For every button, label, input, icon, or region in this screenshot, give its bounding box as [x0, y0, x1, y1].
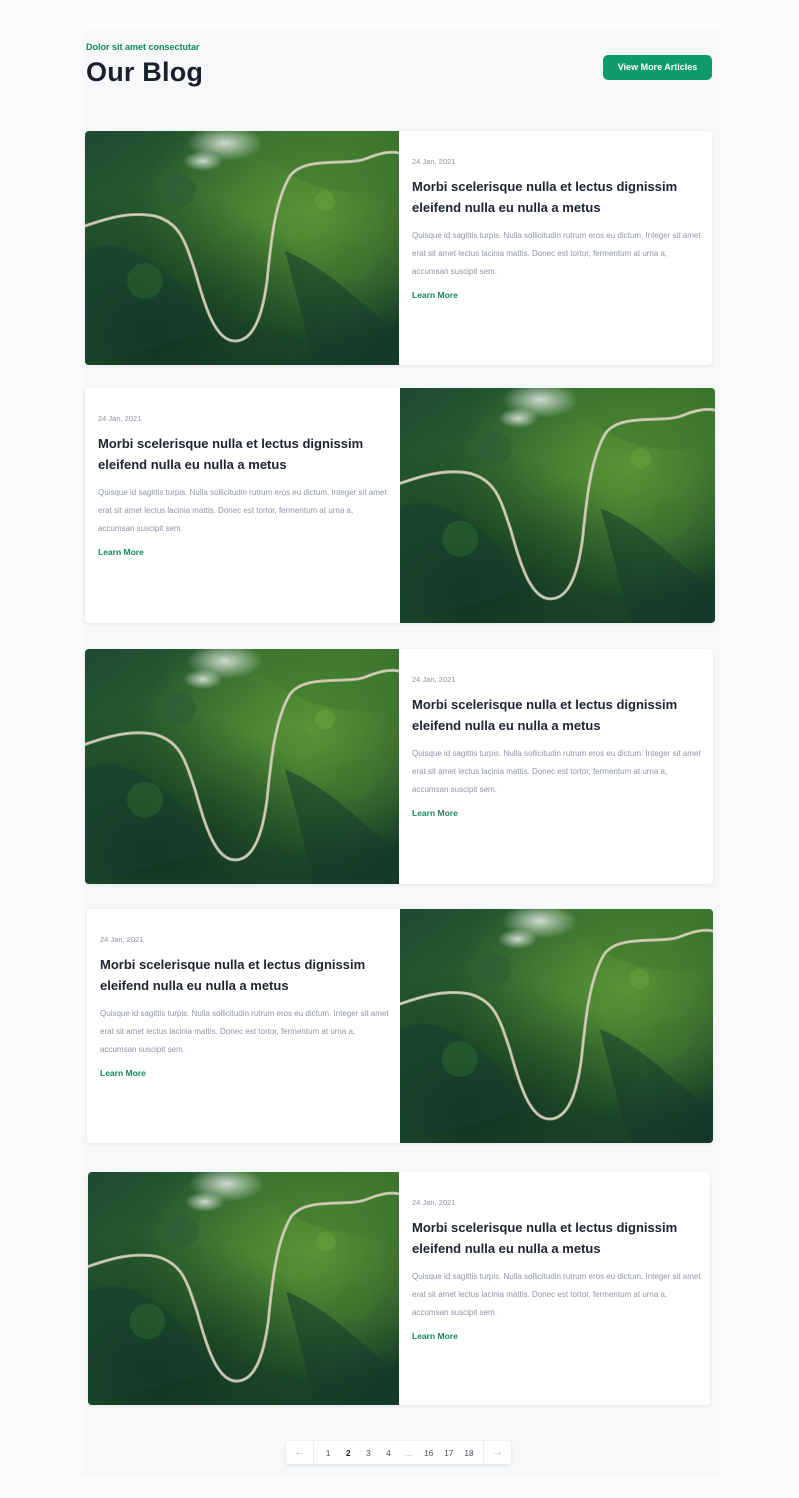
pagination-pages: 1 2 3 4 ... 16 17 18	[314, 1448, 483, 1458]
page-link-current[interactable]: 2	[343, 1448, 353, 1458]
post-body: 24 Jan, 2021 Morbi scelerisque nulla et …	[100, 909, 390, 1143]
post-image[interactable]	[88, 1172, 399, 1405]
page-link[interactable]: 18	[464, 1448, 474, 1458]
page-link[interactable]: 3	[363, 1448, 373, 1458]
post-title[interactable]: Morbi scelerisque nulla et lectus dignis…	[412, 694, 702, 736]
page-link[interactable]: 16	[424, 1448, 434, 1458]
post-image[interactable]	[85, 649, 399, 884]
blog-post-card: 24 Jan, 2021 Morbi scelerisque nulla et …	[85, 388, 715, 623]
post-excerpt: Quisque id sagittis turpis. Nulla sollic…	[412, 1272, 701, 1317]
page-link[interactable]: 17	[444, 1448, 454, 1458]
post-image[interactable]	[400, 909, 713, 1143]
post-body: 24 Jan, 2021 Morbi scelerisque nulla et …	[412, 131, 702, 365]
post-title[interactable]: Morbi scelerisque nulla et lectus dignis…	[98, 433, 388, 475]
post-date: 24 Jan, 2021	[98, 414, 142, 423]
blog-post-card: 24 Jan, 2021 Morbi scelerisque nulla et …	[85, 131, 712, 365]
post-excerpt: Quisque id sagittis turpis. Nulla sollic…	[412, 231, 701, 276]
pagination: ← 1 2 3 4 ... 16 17 18 →	[286, 1441, 511, 1464]
view-more-articles-button[interactable]: View More Articles	[603, 55, 712, 80]
post-date: 24 Jan, 2021	[412, 675, 456, 684]
arrow-left-icon[interactable]: ←	[286, 1441, 314, 1464]
post-excerpt: Quisque id sagittis turpis. Nulla sollic…	[100, 1009, 389, 1054]
post-image[interactable]	[400, 388, 715, 623]
post-title[interactable]: Morbi scelerisque nulla et lectus dignis…	[100, 954, 390, 996]
page-title: Our Blog	[86, 57, 204, 87]
post-body: 24 Jan, 2021 Morbi scelerisque nulla et …	[412, 1172, 702, 1405]
page-ellipsis: ...	[405, 1447, 413, 1458]
post-image[interactable]	[85, 131, 399, 365]
post-excerpt: Quisque id sagittis turpis. Nulla sollic…	[412, 749, 701, 794]
section-eyebrow: Dolor sit amet consectutar	[86, 42, 200, 52]
blog-post-card: 24 Jan, 2021 Morbi scelerisque nulla et …	[88, 1172, 710, 1405]
blog-post-card: 24 Jan, 2021 Morbi scelerisque nulla et …	[87, 909, 713, 1143]
learn-more-link[interactable]: Learn More	[412, 290, 458, 300]
post-title[interactable]: Morbi scelerisque nulla et lectus dignis…	[412, 1217, 702, 1259]
arrow-right-icon[interactable]: →	[483, 1441, 511, 1464]
post-body: 24 Jan, 2021 Morbi scelerisque nulla et …	[98, 388, 388, 623]
page-link[interactable]: 4	[383, 1448, 393, 1458]
learn-more-link[interactable]: Learn More	[98, 547, 144, 557]
page-link[interactable]: 1	[323, 1448, 333, 1458]
post-body: 24 Jan, 2021 Morbi scelerisque nulla et …	[412, 649, 702, 884]
learn-more-link[interactable]: Learn More	[100, 1068, 146, 1078]
learn-more-link[interactable]: Learn More	[412, 808, 458, 818]
post-excerpt: Quisque id sagittis turpis. Nulla sollic…	[98, 488, 387, 533]
post-title[interactable]: Morbi scelerisque nulla et lectus dignis…	[412, 176, 702, 218]
post-date: 24 Jan, 2021	[412, 1198, 456, 1207]
post-date: 24 Jan, 2021	[412, 157, 456, 166]
blog-post-card: 24 Jan, 2021 Morbi scelerisque nulla et …	[85, 649, 713, 884]
post-date: 24 Jan, 2021	[100, 935, 144, 944]
learn-more-link[interactable]: Learn More	[412, 1331, 458, 1341]
